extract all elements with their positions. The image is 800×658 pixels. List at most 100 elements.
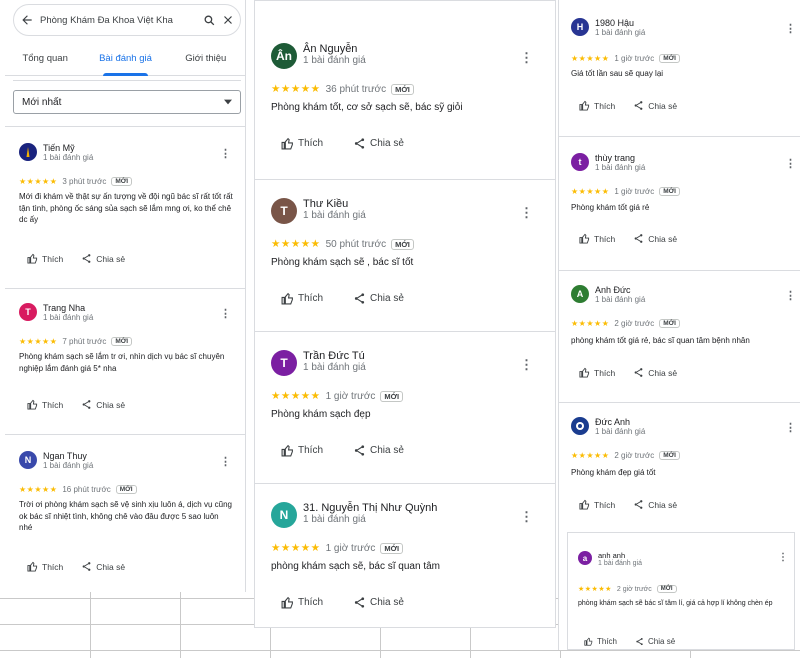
avatar[interactable]: a — [578, 551, 592, 565]
more-options-icon[interactable]: ⋮ — [778, 553, 788, 563]
search-icon[interactable] — [203, 14, 216, 27]
more-options-icon[interactable]: ⋮ — [520, 358, 533, 371]
reviewer-name[interactable]: Đức Anh — [595, 417, 645, 427]
share-button[interactable]: Chia sẻ — [353, 137, 404, 150]
reviewer-name[interactable]: 31. Nguyễn Thị Như Quỳnh — [303, 502, 437, 514]
thumbs-up-icon — [584, 637, 593, 646]
more-options-icon[interactable]: ⋮ — [220, 309, 231, 320]
more-options-icon[interactable]: ⋮ — [520, 51, 533, 64]
review-count: 1 bài đánh giá — [303, 210, 366, 221]
divider — [13, 80, 241, 81]
share-button[interactable]: Chia sẻ — [635, 637, 675, 646]
more-options-icon[interactable]: ⋮ — [520, 206, 533, 219]
reviewer-name[interactable]: Trang Nha — [43, 303, 93, 313]
back-arrow-icon[interactable] — [20, 13, 34, 27]
review-text: Phòng khám đẹp giá tốt — [571, 468, 656, 477]
share-label: Chia sẻ — [648, 499, 678, 510]
review-card: Ân Ân Nguyễn 1 bài đánh giá ⋮ ★★★★★ 36 p… — [255, 27, 555, 179]
like-button[interactable]: Thích — [584, 637, 617, 646]
share-button[interactable]: Chia sẻ — [81, 253, 125, 264]
like-button[interactable]: Thích — [281, 292, 323, 305]
reviewer-name[interactable]: 1980 Hậu — [595, 18, 645, 28]
more-options-icon[interactable]: ⋮ — [785, 24, 796, 35]
more-options-icon[interactable]: ⋮ — [785, 423, 796, 434]
reviewer-name[interactable]: thùy trang — [595, 153, 645, 163]
like-button[interactable]: Thích — [579, 233, 615, 244]
share-button[interactable]: Chia sẻ — [353, 596, 404, 609]
review-time: 1 giờ trước — [614, 187, 655, 196]
thumbs-up-icon — [579, 100, 590, 111]
review-count: 1 bài đánh giá — [598, 560, 642, 567]
review-text: Giá tốt lần sau sẽ quay lại — [571, 69, 664, 78]
like-button[interactable]: Thích — [579, 367, 615, 378]
avatar[interactable]: H — [571, 18, 589, 36]
avatar[interactable]: T — [271, 350, 297, 376]
reviewer-name[interactable]: Ân Nguyễn — [303, 43, 366, 55]
share-icon — [633, 100, 644, 111]
review-time: 2 giờ trước — [614, 319, 655, 328]
new-badge: MỚI — [659, 54, 680, 63]
more-options-icon[interactable]: ⋮ — [785, 159, 796, 170]
share-label: Chia sẻ — [96, 399, 126, 410]
like-button[interactable]: Thích — [281, 596, 323, 609]
review-card: T Thư Kiều 1 bài đánh giá ⋮ ★★★★★ 50 phú… — [255, 179, 555, 331]
reviewer-name[interactable]: Tiến Mỹ — [43, 143, 93, 153]
like-label: Thích — [298, 293, 324, 304]
review-text: Phòng khám tốt giá rẻ — [571, 203, 650, 212]
like-button[interactable]: Thích — [281, 137, 323, 150]
reviewer-name[interactable]: Trần Đức Tú — [303, 350, 366, 362]
share-button[interactable]: Chia sẻ — [353, 444, 404, 457]
like-button[interactable]: Thích — [27, 253, 63, 264]
reviewer-name[interactable]: Ngan Thuy — [43, 451, 93, 461]
like-label: Thích — [298, 138, 324, 149]
avatar[interactable]: N — [19, 451, 37, 469]
avatar[interactable]: t — [571, 153, 589, 171]
new-badge: MỚI — [659, 319, 680, 328]
like-button[interactable]: Thích — [27, 399, 63, 410]
new-badge: MỚI — [380, 390, 404, 402]
share-icon — [353, 137, 366, 150]
avatar[interactable]: A — [571, 285, 589, 303]
share-button[interactable]: Chia sẻ — [633, 100, 677, 111]
review-text: phòng khám tốt giá rẻ, bác sĩ quan tâm b… — [571, 336, 750, 345]
like-button[interactable]: Thích — [579, 100, 615, 111]
review-card: Tiến Mỹ 1 bài đánh giá ⋮ ★★★★★ 3 phút tr… — [5, 126, 245, 286]
more-options-icon[interactable]: ⋮ — [220, 457, 231, 468]
reviewer-name[interactable]: Anh Đức — [595, 285, 645, 295]
avatar[interactable] — [19, 143, 37, 161]
tab-reviews[interactable]: Bài đánh giá — [85, 42, 165, 76]
share-button[interactable]: Chia sẻ — [81, 399, 125, 410]
like-button[interactable]: Thích — [579, 499, 615, 510]
close-icon[interactable] — [222, 14, 234, 26]
tab-about[interactable]: Giới thiệu — [166, 42, 245, 75]
tab-overview[interactable]: Tổng quan — [5, 42, 85, 75]
search-box[interactable]: Phòng Khám Đa Khoa Việt Kha — [13, 4, 241, 36]
share-button[interactable]: Chia sẻ — [633, 499, 677, 510]
thumbs-up-icon — [579, 233, 590, 244]
avatar[interactable]: N — [271, 502, 297, 528]
like-button[interactable]: Thích — [27, 561, 63, 572]
avatar[interactable]: Ân — [271, 43, 297, 69]
search-input[interactable]: Phòng Khám Đa Khoa Việt Kha — [40, 15, 197, 26]
like-button[interactable]: Thích — [281, 444, 323, 457]
avatar[interactable]: T — [271, 198, 297, 224]
review-text: Phòng khám sạch sẽ , bác sĩ tốt — [271, 257, 414, 268]
reviewer-name[interactable]: Thư Kiều — [303, 198, 366, 210]
sort-dropdown[interactable]: Mới nhất — [13, 90, 241, 114]
more-options-icon[interactable]: ⋮ — [220, 149, 231, 160]
review-count: 1 bài đánh giá — [43, 153, 94, 162]
reviewer-name[interactable]: anh anh — [598, 551, 642, 560]
like-label: Thích — [594, 233, 616, 244]
more-options-icon[interactable]: ⋮ — [520, 510, 533, 523]
avatar[interactable]: T — [19, 303, 37, 321]
avatar[interactable] — [571, 417, 589, 435]
share-button[interactable]: Chia sẻ — [633, 367, 677, 378]
share-button[interactable]: Chia sẻ — [353, 292, 404, 305]
share-button[interactable]: Chia sẻ — [633, 233, 677, 244]
user-photo-icon — [26, 147, 30, 157]
share-button[interactable]: Chia sẻ — [81, 561, 125, 572]
more-options-icon[interactable]: ⋮ — [785, 291, 796, 302]
review-count: 1 bài đánh giá — [595, 163, 646, 172]
review-count: 1 bài đánh giá — [595, 28, 646, 37]
like-label: Thích — [42, 253, 64, 264]
